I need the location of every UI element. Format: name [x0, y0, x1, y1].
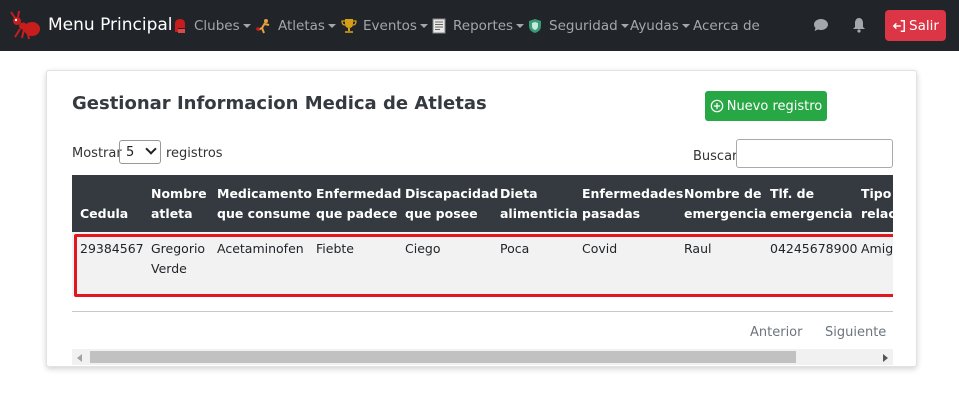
length-label-before: Mostrar: [72, 146, 122, 161]
search-input[interactable]: [736, 139, 893, 168]
nav-clubes[interactable]: Clubes: [172, 16, 251, 36]
chevron-down-icon: [327, 24, 336, 28]
column-header-enfermedad[interactable]: Enfermedad que padece: [316, 184, 401, 224]
page-title: Gestionar Informacion Medica de Atletas: [72, 93, 487, 114]
chevron-down-icon: [516, 24, 525, 28]
logout-button[interactable]: Salir: [885, 10, 946, 41]
column-header-enfermedades-pasadas[interactable]: Enfermedades pasadas: [582, 184, 683, 224]
brand[interactable]: Menu Principal: [10, 9, 173, 41]
scrollbar-thumb[interactable]: [90, 351, 796, 363]
ant-logo-icon: [10, 10, 40, 40]
chevron-down-icon: [681, 24, 690, 28]
report-icon: [432, 18, 446, 34]
nav-seguridad[interactable]: Seguridad: [527, 16, 629, 36]
column-header-discapacidad[interactable]: Discapacidad que posee: [405, 184, 498, 224]
column-header-medicamento[interactable]: Medicamento que consume: [217, 184, 312, 224]
boxer-icon: [256, 19, 270, 34]
horizontal-scrollbar[interactable]: [72, 349, 893, 365]
nav-seguridad-label: Seguridad: [549, 18, 618, 34]
plus-circle-icon: [710, 99, 724, 113]
chevron-down-icon: [419, 24, 428, 28]
new-record-button[interactable]: Nuevo registro: [705, 91, 827, 121]
nav-eventos[interactable]: Eventos: [341, 16, 428, 36]
column-header-dieta[interactable]: Dieta alimenticia: [500, 184, 578, 224]
column-header-nombre-emergencia[interactable]: Nombre de emergencia: [684, 184, 767, 224]
scroll-right-arrow-icon[interactable]: [883, 354, 888, 362]
medical-info-card: Gestionar Informacion Medica de Atletas …: [46, 70, 917, 367]
brand-title: Menu Principal: [48, 15, 173, 35]
chat-icon[interactable]: [813, 17, 829, 33]
boxing-glove-icon: [175, 19, 185, 33]
page-length-select[interactable]: 5: [119, 140, 161, 164]
length-label-after: registros: [166, 146, 223, 161]
nav-clubes-label: Clubes: [194, 18, 240, 34]
trophy-icon: [341, 19, 357, 33]
nav-ayudas[interactable]: Ayudas: [630, 16, 690, 36]
next-page-button[interactable]: Siguiente: [825, 325, 886, 340]
column-header-tipo-relacion[interactable]: Tipo derelación: [861, 184, 893, 224]
bell-icon[interactable]: [851, 17, 867, 33]
column-header-nombre-atleta[interactable]: Nombre atleta: [151, 184, 207, 224]
shield-icon: [529, 19, 541, 33]
chevron-down-icon: [242, 24, 251, 28]
nav-atletas[interactable]: Atletas: [256, 16, 336, 36]
chevron-down-icon: [145, 143, 157, 155]
column-header-cedula[interactable]: Cedula: [80, 204, 128, 224]
table-header: Cedula Nombre atleta Medicamento que consu…: [72, 175, 893, 232]
nav-atletas-label: Atletas: [278, 18, 325, 34]
logout-icon: [892, 19, 905, 32]
nav-acerca-label: Acerca de: [693, 18, 760, 34]
page-length-value: 5: [126, 144, 135, 160]
nav-reportes-label: Reportes: [453, 18, 514, 34]
nav-reportes[interactable]: Reportes: [431, 16, 525, 36]
nav-acerca-de[interactable]: Acerca de: [693, 16, 760, 36]
chevron-down-icon: [620, 24, 629, 28]
nav-ayudas-label: Ayudas: [630, 18, 679, 34]
athletes-medical-table: Cedula Nombre atleta Medicamento que consu…: [72, 175, 893, 299]
search-label: Buscar:: [693, 149, 742, 164]
top-navbar: Menu Principal Clubes Atletas Eventos Re…: [0, 0, 959, 51]
table-divider: [72, 311, 893, 312]
previous-page-button[interactable]: Anterior: [750, 325, 802, 340]
column-header-tlf-emergencia[interactable]: Tlf. de emergencia: [770, 184, 853, 224]
nav-eventos-label: Eventos: [363, 18, 417, 34]
row-highlight-box: [74, 234, 893, 297]
logout-label: Salir: [909, 17, 939, 34]
scroll-left-arrow-icon[interactable]: [77, 354, 82, 362]
new-record-label: Nuevo registro: [726, 98, 823, 114]
